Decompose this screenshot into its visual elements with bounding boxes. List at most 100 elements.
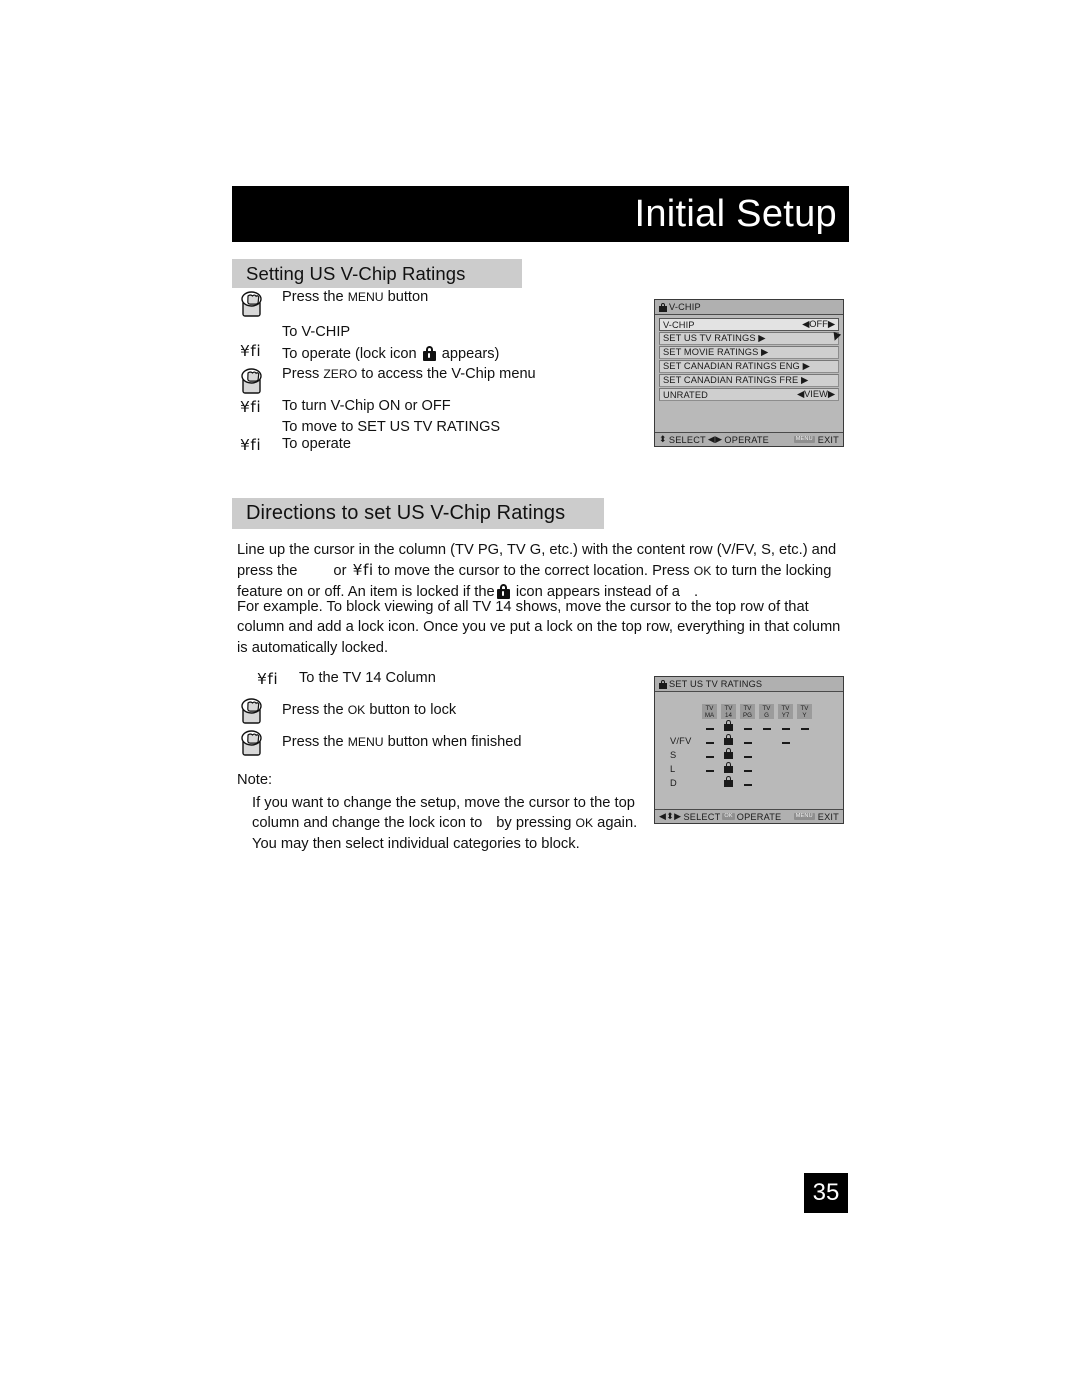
ratings-row-label: L	[670, 764, 676, 774]
section-heading-setting: Setting US V-Chip Ratings	[232, 259, 522, 288]
osd-ratings-footer-right: MENU EXIT	[793, 812, 839, 822]
example-paragraph: For example. To block viewing of all TV …	[237, 599, 841, 656]
osd-menu-item-unrated[interactable]: UNRATED ◀VIEW▶	[659, 388, 839, 401]
lock-icon	[422, 345, 436, 361]
osd-vchip-body: V-CHIP ◀OFF▶ SET US TV RATINGS ▶ SET MOV…	[655, 315, 843, 432]
ratings-cell[interactable]	[795, 734, 814, 748]
ratings-cell[interactable]	[700, 748, 719, 762]
hand-press-button-icon-svg-2	[241, 368, 262, 394]
instruction-step-vchip: ¥fi To V-CHIP To operate (lock icon appe…	[238, 324, 638, 361]
ratings-cell[interactable]	[738, 762, 757, 776]
instruction-list-setting: Press the MENU button ¥fi To V-CHIP To o…	[238, 289, 638, 454]
col-tvma-line1: TV	[705, 705, 714, 712]
ratings-cell[interactable]	[795, 748, 814, 762]
ratings-cell[interactable]	[776, 748, 795, 762]
ratings-cell[interactable]	[700, 776, 719, 790]
osd-menu-item-set-canadian-eng[interactable]: SET CANADIAN RATINGS ENG ▶	[659, 360, 839, 373]
osd-menu-item-vchip-label: V-CHIP	[663, 319, 695, 330]
dash-icon	[705, 769, 714, 772]
osd-menu-item-unrated-label: UNRATED	[663, 389, 708, 400]
osd-menu-item-set-movie-ratings[interactable]: SET MOVIE RATINGS ▶	[659, 346, 839, 359]
ratings-cell[interactable]	[795, 776, 814, 790]
dash-icon	[743, 783, 752, 786]
ratings-row-label: S	[670, 750, 677, 760]
instruction-step-ok-lock-text: Press the OK button to lock	[282, 702, 457, 718]
ratings-cell[interactable]	[719, 776, 738, 790]
dash-icon	[743, 727, 752, 730]
col-tvy-line2: Y	[802, 712, 807, 719]
updown-arrows-icon: ⬍	[659, 434, 667, 444]
instruction-step-menu-finished: Press the MENU button when finished	[238, 728, 655, 759]
ratings-column-header-tvg[interactable]: TV G	[757, 704, 776, 720]
ratings-cell[interactable]	[700, 720, 719, 734]
ratings-column-header-tvpg[interactable]: TV PG	[738, 704, 757, 720]
instruction-step-vchip-texts: To V-CHIP To operate (lock icon appears)	[282, 324, 499, 361]
dash-icon	[781, 741, 790, 744]
ratings-cell[interactable]	[776, 762, 795, 776]
col-tvy7-line2: Y7	[781, 712, 790, 719]
ratings-column-header-tvma[interactable]: TV MA	[700, 704, 719, 720]
osd-vchip-footer-right: MENU EXIT	[793, 434, 839, 445]
ratings-cell[interactable]	[757, 734, 776, 748]
note-body: If you want to change the setup, move th…	[252, 793, 652, 854]
ratings-cell[interactable]	[757, 776, 776, 790]
ratings-row-label: D	[670, 778, 677, 788]
ratings-cell[interactable]	[757, 762, 776, 776]
osd-vchip-footer-operate: OPERATE	[724, 434, 770, 445]
dash-icon	[705, 755, 714, 758]
osd-ratings-title: SET US TV RATINGS	[669, 679, 763, 689]
ratings-cell[interactable]	[719, 720, 738, 734]
ratings-cell[interactable]	[700, 734, 719, 748]
menu-key-chip-icon: MENU	[793, 435, 815, 444]
ratings-cell[interactable]	[738, 734, 757, 748]
ratings-cell[interactable]	[757, 720, 776, 734]
ratings-cell[interactable]	[757, 748, 776, 762]
instruction-line-move-to-ratings: To move to SET US TV RATINGS	[282, 418, 501, 435]
ratings-grid-row: L	[669, 762, 814, 776]
note-part-b: by pressing	[496, 815, 572, 832]
osd-menu-item-vchip[interactable]: V-CHIP ◀OFF▶	[659, 318, 839, 331]
directions-paragraph: Line up the cursor in the column (TV PG,…	[237, 540, 837, 602]
dash-icon	[781, 727, 790, 730]
ratings-cell[interactable]	[795, 720, 814, 734]
ratings-column-header-tv14[interactable]: TV 14	[719, 704, 738, 720]
lock-icon-osd-ratings-title	[659, 679, 667, 689]
ratings-column-header-tvy[interactable]: TV Y	[795, 704, 814, 720]
ratings-cell[interactable]	[719, 762, 738, 776]
col-tvy-line1: TV	[800, 705, 809, 712]
osd-vchip-title: V-CHIP	[669, 302, 701, 312]
col-tvg-line1: TV	[762, 705, 771, 712]
osd-menu-item-set-us-tv-ratings[interactable]: SET US TV RATINGS ▶	[659, 332, 839, 345]
ratings-grid-corner	[669, 704, 700, 720]
ratings-grid-row: S	[669, 748, 814, 762]
hand-press-button-icon-svg	[241, 291, 262, 317]
col-tvpg-line1: TV	[743, 705, 752, 712]
col-tvma-line2: MA	[704, 712, 715, 719]
ratings-cell[interactable]	[719, 748, 738, 762]
ratings-cell[interactable]	[738, 720, 757, 734]
ratings-cell[interactable]	[738, 776, 757, 790]
ratings-cell[interactable]	[795, 762, 814, 776]
key-name-menu: MENU	[347, 290, 384, 304]
ratings-grid-row: V/FV	[669, 734, 814, 748]
ratings-cell[interactable]	[776, 776, 795, 790]
hand-press-button-icon-svg-3	[241, 698, 262, 724]
lock-icon	[724, 762, 733, 773]
ratings-cell[interactable]	[776, 734, 795, 748]
instruction-step-menu-finished-text: Press the MENU button when finished	[282, 734, 522, 750]
osd-menu-item-set-canadian-fre[interactable]: SET CANADIAN RATINGS FRE ▶	[659, 374, 839, 387]
ratings-cell[interactable]	[700, 762, 719, 776]
ratings-cell[interactable]	[738, 748, 757, 762]
osd-vchip-footer-exit: EXIT	[817, 434, 839, 445]
section-title-setting: Setting US V-Chip Ratings	[246, 262, 466, 284]
ratings-cell[interactable]	[719, 734, 738, 748]
col-tvy7-line1: TV	[781, 705, 790, 712]
osd-menu-item-unrated-value: ◀VIEW▶	[796, 389, 835, 399]
ok-key-chip-icon: OK	[722, 812, 735, 821]
instruction-step-menu: Press the MENU button	[238, 289, 638, 320]
arrow-glyph-text-4: ¥fi	[257, 670, 279, 688]
page-title: Initial Setup	[634, 193, 837, 235]
hand-press-button-icon	[238, 289, 282, 320]
ratings-column-header-tvy7[interactable]: TV Y7	[776, 704, 795, 720]
ratings-cell[interactable]	[776, 720, 795, 734]
